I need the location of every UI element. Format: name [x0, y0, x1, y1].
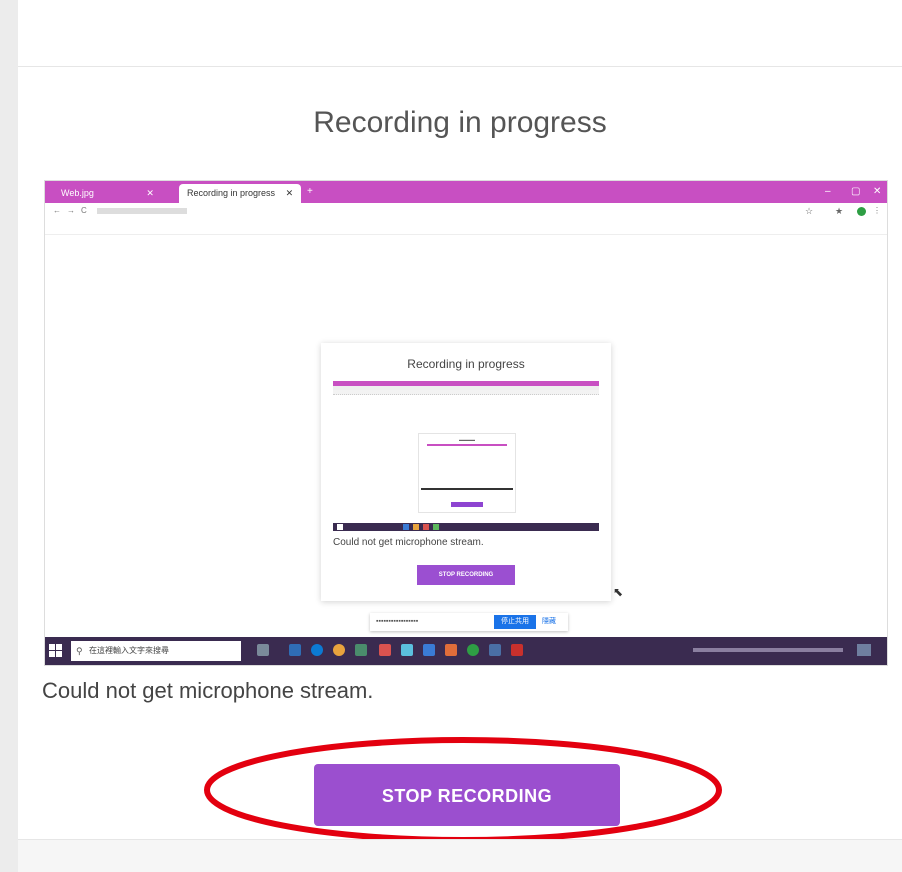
menu-icon[interactable]: ⋮ [873, 203, 881, 219]
pdf-reader-icon[interactable] [511, 644, 523, 656]
inner-app-icon [413, 524, 419, 530]
close-window-icon[interactable]: ✕ [873, 181, 881, 203]
inner-title: Recording in progress [407, 357, 525, 371]
tray-icons [693, 648, 843, 653]
inner-taskbar [333, 523, 599, 531]
nested-recording-card: ▬▬▬▬ [418, 433, 516, 513]
task-view-icon[interactable] [257, 644, 269, 656]
recording-card: Recording in progress Web.jpg ✕ Recordin… [18, 0, 902, 872]
nested-title: ▬▬▬▬ [459, 437, 475, 442]
nested-taskbar [421, 488, 513, 490]
page-title: Recording in progress [313, 106, 607, 139]
taskbar-app-icon[interactable] [489, 644, 501, 656]
error-message: Could not get microphone stream. [42, 678, 374, 703]
edge-browser-icon[interactable] [311, 644, 323, 656]
bottom-bar [18, 839, 902, 872]
notification-icon[interactable] [856, 644, 871, 657]
taskbar-app-icon[interactable] [289, 644, 301, 656]
inner-start-icon [337, 524, 343, 530]
bookmarks-bar [45, 219, 887, 235]
windows-taskbar: ⚲ 在這裡輸入文字來搜尋 [45, 637, 887, 665]
share-message: ▪▪▪▪▪▪▪▪▪▪▪▪▪▪▪▪▪ [376, 618, 419, 625]
close-tab-icon[interactable]: ✕ [286, 188, 294, 198]
browser-tab[interactable]: Web.jpg ✕ [53, 184, 162, 203]
inner-stop-button: STOP RECORDING [417, 565, 515, 585]
embedded-screenshot: Web.jpg ✕ Recording in progress ✕ + – ▢ … [44, 180, 888, 666]
system-tray [693, 637, 883, 665]
back-icon[interactable]: ← [53, 203, 61, 219]
maximize-icon[interactable]: ▢ [851, 181, 860, 203]
inner-message: Could not get microphone stream. [333, 537, 484, 548]
chrome-browser-icon[interactable] [333, 644, 345, 656]
inner-bookmarks-bar [333, 390, 599, 395]
new-tab-button[interactable]: + [307, 181, 313, 203]
windows-start-icon[interactable] [49, 644, 63, 658]
screen-share-bar: ▪▪▪▪▪▪▪▪▪▪▪▪▪▪▪▪▪ 停止共用 隱藏 [370, 613, 568, 631]
taskbar-search-input[interactable]: ⚲ 在這裡輸入文字來搜尋 [71, 641, 241, 661]
inner-recording-card: Recording in progress ▬▬▬▬ Could not get… [321, 343, 611, 601]
forward-icon[interactable]: → [67, 203, 75, 219]
stop-recording-button[interactable]: STOP RECORDING [314, 764, 620, 826]
inner-app-icon [403, 524, 409, 530]
address-bar[interactable]: ← → C ☆ ★ ⋮ [45, 203, 887, 220]
top-bar [18, 0, 902, 67]
tab-label: Recording in progress [187, 188, 276, 198]
taskbar-app-icon[interactable] [423, 644, 435, 656]
taskbar-app-icon[interactable] [379, 644, 391, 656]
taskbar-app-icon[interactable] [355, 644, 367, 656]
minimize-icon[interactable]: – [825, 181, 831, 203]
tab-label: Web.jpg [61, 188, 94, 198]
inner-app-icon [433, 524, 439, 530]
mouse-cursor-icon: ⬉ [613, 585, 624, 599]
bookmark-star-icon[interactable]: ☆ [805, 203, 813, 219]
url-field[interactable] [97, 208, 187, 214]
taskbar-app-icon[interactable] [467, 644, 479, 656]
search-icon: ⚲ [76, 646, 83, 656]
browser-tab-bar: Web.jpg ✕ Recording in progress ✕ + – ▢ … [45, 181, 887, 203]
nested-stop-button [451, 502, 483, 507]
nested-tab-bar [427, 444, 507, 446]
extension-icon[interactable]: ★ [835, 203, 843, 219]
taskbar-search-placeholder: 在這裡輸入文字來搜尋 [89, 646, 169, 655]
close-tab-icon[interactable]: ✕ [146, 188, 154, 198]
taskbar-app-icon[interactable] [445, 644, 457, 656]
inner-app-icon [423, 524, 429, 530]
reload-icon[interactable]: C [81, 203, 87, 219]
hide-share-bar-link[interactable]: 隱藏 [542, 613, 556, 631]
taskbar-app-icon[interactable] [401, 644, 413, 656]
profile-avatar[interactable] [857, 207, 866, 216]
stop-sharing-button[interactable]: 停止共用 [494, 615, 536, 629]
browser-tab-active[interactable]: Recording in progress ✕ [179, 184, 302, 203]
